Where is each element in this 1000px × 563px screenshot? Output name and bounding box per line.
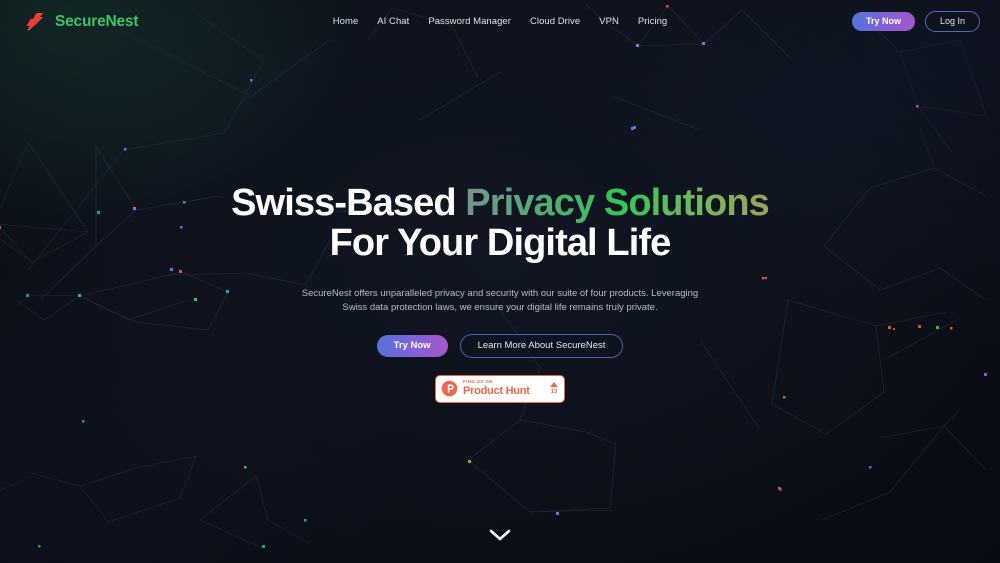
hero-cta-row: Try Now Learn More About SecureNest — [376, 334, 624, 358]
headline-plain-text: Swiss-Based — [231, 182, 466, 224]
header-log-in-button[interactable]: Log In — [924, 11, 980, 32]
hero-subheading: SecureNest offers unparalleled privacy a… — [301, 288, 699, 313]
nav-item-ai-chat[interactable]: AI Chat — [377, 16, 409, 27]
product-hunt-texts: FIND US ON Product Hunt — [463, 379, 545, 397]
hero-try-now-button[interactable]: Try Now — [376, 335, 448, 357]
brand-logo[interactable]: SecureNest — [24, 11, 138, 33]
headline-line-two: For Your Digital Life — [329, 222, 672, 264]
main-navigation: Home AI Chat Password Manager Cloud Driv… — [333, 16, 668, 27]
nav-item-cloud-drive[interactable]: Cloud Drive — [530, 16, 580, 27]
product-hunt-title: Product Hunt — [463, 384, 530, 397]
page-title: Swiss-Based Privacy Solutions For Your D… — [231, 182, 770, 264]
chevron-down-icon — [489, 529, 511, 541]
hero-learn-more-button[interactable]: Learn More About SecureNest — [459, 334, 624, 358]
header-try-now-button[interactable]: Try Now — [851, 12, 915, 31]
upvote-triangle-icon — [550, 382, 558, 387]
nav-item-home[interactable]: Home — [333, 16, 359, 27]
product-hunt-badge[interactable]: FIND US ON Product Hunt 13 — [435, 374, 565, 403]
scroll-down-button[interactable] — [489, 528, 511, 542]
brand-name: SecureNest — [55, 12, 139, 30]
product-hunt-upvote-count: 13 — [550, 389, 558, 395]
product-hunt-icon — [441, 380, 458, 397]
nav-item-pricing[interactable]: Pricing — [638, 16, 667, 27]
headline-gradient-text: Privacy Solutions — [465, 182, 769, 224]
lightning-bolt-icon — [26, 12, 44, 30]
product-hunt-upvotes[interactable]: 13 — [550, 382, 558, 395]
site-header: SecureNest Home AI Chat Password Manager… — [0, 0, 1000, 43]
nav-item-password-manager[interactable]: Password Manager — [428, 16, 511, 27]
header-actions: Try Now Log In — [851, 11, 980, 32]
hero-section: Swiss-Based Privacy Solutions For Your D… — [0, 0, 1000, 563]
nav-item-vpn[interactable]: VPN — [599, 16, 619, 27]
